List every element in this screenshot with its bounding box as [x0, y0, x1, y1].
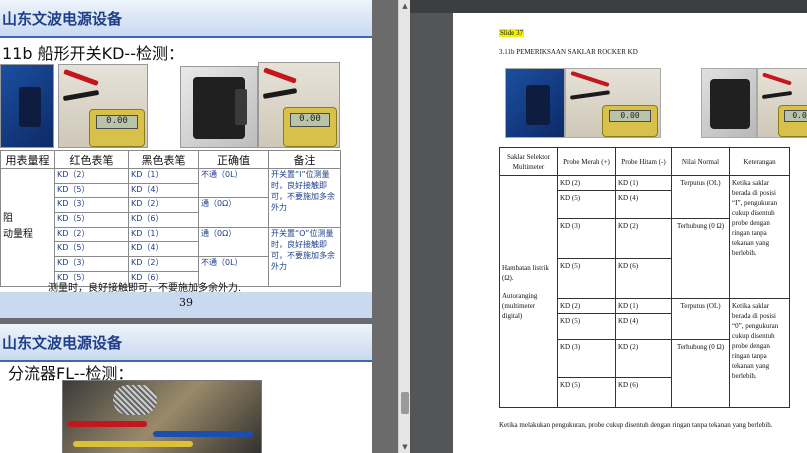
- col-header: Saklar Selektor Multimeter: [499, 147, 558, 176]
- slide-40: 山东文波电源设备 分流器FL--检测：: [0, 324, 372, 453]
- footer-note: Ketika melakukan pengukuran, probe cukup…: [499, 421, 773, 429]
- value-cell: 不通（0L）: [198, 167, 269, 199]
- black-probe-cell: KD（2）: [128, 197, 199, 214]
- shunt-photo: [62, 380, 262, 453]
- measurement-table-id: Saklar Selektor Multimeter Probe Merah (…: [499, 147, 790, 408]
- note-cell: Ketika saklar berada di posisi “0”, peng…: [729, 298, 790, 408]
- red-probe-cell: KD (3): [557, 339, 616, 378]
- table-row: Hambatan listrik (Ω). Autoranging (multi…: [499, 175, 790, 408]
- mode-cell: Hambatan listrik (Ω). Autoranging (multi…: [499, 175, 558, 408]
- col-header: 正确值: [198, 150, 269, 169]
- black-probe-cell: KD (2): [615, 339, 672, 378]
- slide-title: 11b 船形开关KD--检测：: [2, 44, 184, 63]
- rocker-switch-blue-photo: [0, 64, 54, 148]
- slide-label: Slide 37: [499, 29, 525, 37]
- red-probe-cell: KD (5): [557, 313, 616, 340]
- rocker-switch-blue-photo: [505, 68, 565, 138]
- scrollbar-thumb[interactable]: [401, 392, 409, 414]
- value-cell: Terhubung (0 Ω): [671, 339, 730, 408]
- mode-label: Hambatan listrik (Ω).: [502, 263, 549, 282]
- meter-lcd: 0.00: [290, 113, 330, 127]
- black-probe-cell: KD (6): [615, 377, 672, 408]
- black-probe-cell: KD (1): [615, 298, 672, 314]
- slide-header: 山东文波电源设备: [0, 0, 372, 38]
- rocker-switch-black-photo: [180, 66, 258, 148]
- mode-label: 动量程: [3, 229, 33, 241]
- note-cell: 开关置“I”位测量时，良好接触即可，不要施加多余外力: [268, 168, 341, 228]
- red-probe-cell: KD (5): [557, 258, 616, 299]
- right-document-pane[interactable]: Slide 37 3.11b PEMERIKSAAN SAKLAR ROCKER…: [410, 0, 807, 453]
- value-cell: Terputus (OL): [671, 175, 730, 219]
- red-probe-cell: KD（3）: [54, 256, 129, 272]
- col-header: Probe Merah (+): [557, 147, 616, 176]
- col-header: 用表量程: [0, 150, 55, 169]
- red-probe-cell: KD（5）: [54, 182, 129, 199]
- black-probe-cell: KD（1）: [128, 226, 199, 243]
- red-probe-cell: KD（5）: [54, 241, 129, 258]
- mode-label: Autoranging (multimeter digital): [502, 291, 538, 320]
- note-cell: Ketika saklar berada di posisi “I”, peng…: [729, 175, 790, 299]
- col-header: 备注: [268, 150, 341, 169]
- col-header: Keterangan: [729, 147, 790, 176]
- red-probe-cell: KD (2): [557, 175, 616, 191]
- value-cell: Terputus (OL): [671, 298, 730, 340]
- value-cell: 通（0Ω）: [198, 197, 269, 228]
- vertical-scrollbar[interactable]: ▲ ▼: [398, 0, 410, 453]
- red-probe-cell: KD（2）: [54, 168, 129, 184]
- col-header: Nilai Normal: [671, 147, 730, 176]
- multimeter-photo-2: 0.00: [757, 68, 807, 138]
- section-heading: 3.11b PEMERIKSAAN SAKLAR ROCKER KD: [499, 48, 638, 56]
- multimeter-photo: 0.00: [565, 68, 661, 138]
- black-probe-cell: KD（6）: [128, 212, 199, 228]
- measurement-table-cn: 用表量程 红色表笔 黑色表笔 正确值 备注 阻 动量程 KD（2） KD（1） …: [0, 150, 341, 287]
- red-probe-cell: KD（3）: [54, 197, 129, 214]
- slide-header: 山东文波电源设备: [0, 324, 372, 362]
- col-header: 黑色表笔: [128, 150, 199, 169]
- black-probe-cell: KD（2）: [128, 256, 199, 272]
- meter-lcd: 0.00: [609, 110, 651, 122]
- rocker-switch-black-photo: [701, 68, 757, 138]
- black-probe-cell: KD（1）: [128, 168, 199, 184]
- meter-lcd: 0.00: [96, 115, 138, 129]
- left-document-pane[interactable]: 山东文波电源设备 11b 船形开关KD--检测： 0.00 0.00 用表量程 …: [0, 0, 398, 453]
- red-probe-cell: KD (5): [557, 377, 616, 408]
- col-header: 红色表笔: [54, 150, 129, 169]
- note-cell: 开关置“O”位测量时，良好接触即可，不要施加多余外力: [268, 226, 341, 287]
- company-name: 山东文波电源设备: [2, 334, 123, 352]
- meter-lcd: 0.00: [784, 110, 807, 122]
- slide-39: 山东文波电源设备 11b 船形开关KD--检测： 0.00 0.00 用表量程 …: [0, 0, 372, 318]
- document-page: Slide 37 3.11b PEMERIKSAAN SAKLAR ROCKER…: [453, 13, 807, 453]
- toolbar-strip: [410, 0, 807, 13]
- black-probe-cell: KD (2): [615, 218, 672, 259]
- page-number: 39: [0, 292, 372, 318]
- viewer-window: 山东文波电源设备 11b 船形开关KD--检测： 0.00 0.00 用表量程 …: [0, 0, 807, 453]
- red-probe-cell: KD（5）: [54, 212, 129, 228]
- value-cell: 通（0Ω）: [198, 226, 269, 258]
- table-row: 阻 动量程 KD（2） KD（1） 不通（0L） 开关置“I”位测量时，良好接触…: [0, 167, 341, 287]
- red-probe-cell: KD (2): [557, 298, 616, 314]
- multimeter-photo: 0.00: [58, 64, 148, 148]
- black-probe-cell: KD (1): [615, 175, 672, 191]
- black-probe-cell: KD（4）: [128, 241, 199, 258]
- value-cell: Terhubung (0 Ω): [671, 218, 730, 299]
- black-probe-cell: KD (4): [615, 313, 672, 340]
- red-probe-cell: KD (5): [557, 190, 616, 219]
- black-probe-cell: KD (4): [615, 190, 672, 219]
- red-probe-cell: KD（2）: [54, 226, 129, 243]
- black-probe-cell: KD（4）: [128, 182, 199, 199]
- black-probe-cell: KD (6): [615, 258, 672, 299]
- mode-label: 阻: [3, 213, 13, 225]
- multimeter-photo-2: 0.00: [258, 62, 340, 148]
- col-header: Probe Hitam (-): [615, 147, 672, 176]
- company-name: 山东文波电源设备: [2, 10, 123, 28]
- red-probe-cell: KD (3): [557, 218, 616, 259]
- mode-cell: 阻 动量程: [0, 168, 55, 287]
